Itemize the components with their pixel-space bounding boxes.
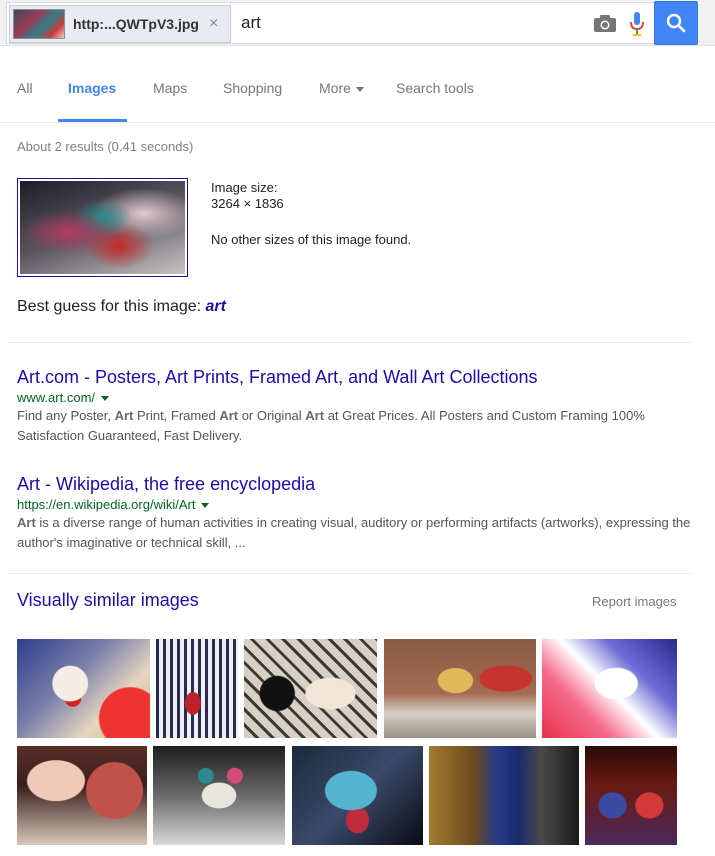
active-tab-indicator (58, 119, 127, 122)
best-guess-prefix: Best guess for this image: (17, 298, 206, 315)
similar-image-thumbnail[interactable] (156, 639, 238, 738)
result-title-link[interactable]: Art - Wikipedia, the free encyclopedia (17, 474, 315, 495)
divider (8, 573, 694, 574)
chevron-down-icon (355, 86, 364, 92)
result-snippet: Art is a diverse range of human activiti… (17, 515, 691, 550)
search-button[interactable] (654, 1, 698, 45)
similar-image-thumbnail[interactable] (244, 639, 377, 738)
query-image (20, 181, 185, 274)
no-other-sizes-text: No other sizes of this image found. (211, 232, 412, 247)
query-image-filename: http:...QWTpV3.jpg (73, 16, 199, 32)
best-guess-link[interactable]: art (206, 298, 226, 315)
tab-more[interactable]: More (319, 80, 364, 96)
visually-similar-heading[interactable]: Visually similar images (17, 590, 199, 611)
similar-image-thumbnail[interactable] (292, 746, 423, 845)
tab-all[interactable]: All (17, 80, 33, 96)
microphone-icon[interactable] (629, 11, 645, 37)
image-size-label: Image size: (211, 180, 278, 195)
tab-more-label: More (319, 80, 351, 96)
query-image-preview[interactable] (17, 178, 188, 277)
best-guess: Best guess for this image: art (17, 298, 226, 316)
result-url-text: www.art.com/ (17, 390, 96, 405)
remove-image-icon[interactable]: × (209, 15, 218, 33)
search-result: Art.com - Posters, Art Prints, Framed Ar… (17, 367, 707, 446)
similar-image-thumbnail[interactable] (585, 746, 677, 845)
tab-shopping[interactable]: Shopping (223, 80, 282, 96)
result-snippet: Find any Poster, Art Print, Framed Art o… (17, 408, 645, 443)
similar-image-thumbnail[interactable] (384, 639, 536, 738)
result-url-text: https://en.wikipedia.org/wiki/Art (17, 497, 196, 512)
search-box[interactable]: http:...QWTpV3.jpg × art (6, 2, 654, 44)
url-options-caret-icon[interactable] (101, 396, 110, 402)
search-input[interactable]: art (241, 13, 261, 33)
similar-image-thumbnail[interactable] (17, 639, 150, 738)
image-size-value: 3264 × 1836 (211, 196, 284, 211)
similar-image-thumbnail[interactable] (17, 746, 147, 845)
search-result: Art - Wikipedia, the free encyclopedia h… (17, 474, 707, 553)
similar-image-thumbnail[interactable] (429, 746, 579, 845)
tab-search-tools[interactable]: Search tools (396, 80, 474, 96)
result-stats: About 2 results (0.41 seconds) (17, 139, 194, 154)
search-tabs: All Images Maps Shopping More Search too… (0, 46, 715, 123)
search-image-chip[interactable]: http:...QWTpV3.jpg × (9, 5, 231, 43)
result-title-link[interactable]: Art.com - Posters, Art Prints, Framed Ar… (17, 367, 538, 388)
image-size-info: Image size: 3264 × 1836 (211, 180, 284, 212)
similar-image-thumbnail[interactable] (542, 639, 677, 738)
similar-image-thumbnail[interactable] (153, 746, 285, 845)
divider (8, 342, 694, 343)
url-options-caret-icon[interactable] (201, 503, 210, 509)
result-url: https://en.wikipedia.org/wiki/Art (17, 497, 707, 512)
search-bar: http:...QWTpV3.jpg × art (0, 0, 715, 46)
tab-maps[interactable]: Maps (153, 80, 187, 96)
search-icon (666, 13, 686, 33)
result-url: www.art.com/ (17, 390, 707, 405)
camera-icon[interactable] (593, 15, 617, 33)
query-image-thumbnail (13, 9, 65, 39)
report-images-link[interactable]: Report images (592, 594, 677, 609)
tab-images[interactable]: Images (68, 80, 116, 96)
